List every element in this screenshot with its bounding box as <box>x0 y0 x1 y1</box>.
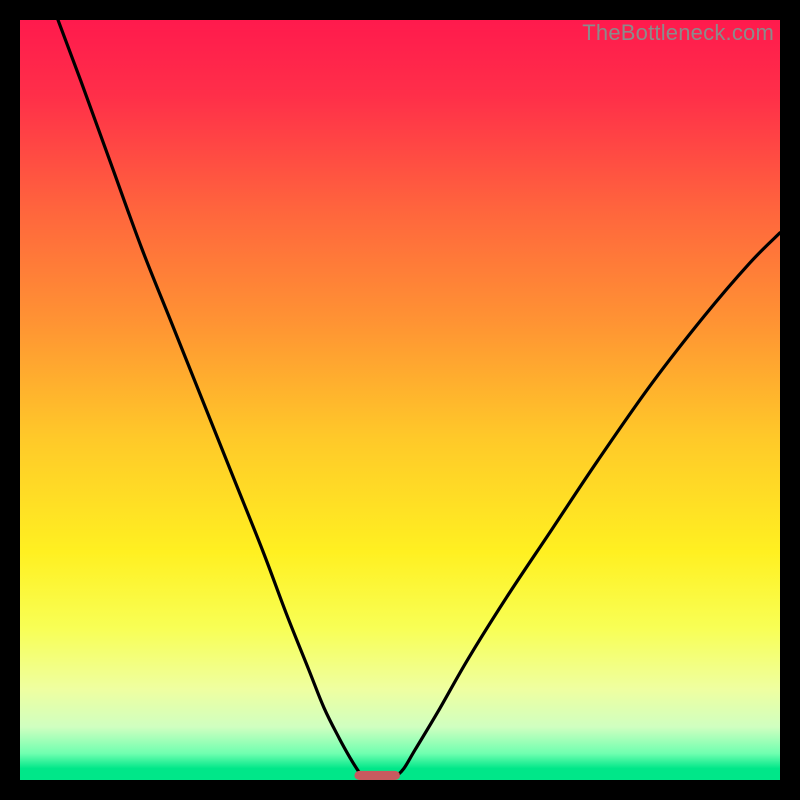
optimal-range-marker <box>354 771 400 780</box>
watermark-text: TheBottleneck.com <box>582 20 774 46</box>
chart-frame: TheBottleneck.com <box>20 20 780 780</box>
plot-area: TheBottleneck.com <box>20 20 780 780</box>
chart-svg <box>20 20 780 780</box>
gradient-background <box>20 20 780 780</box>
